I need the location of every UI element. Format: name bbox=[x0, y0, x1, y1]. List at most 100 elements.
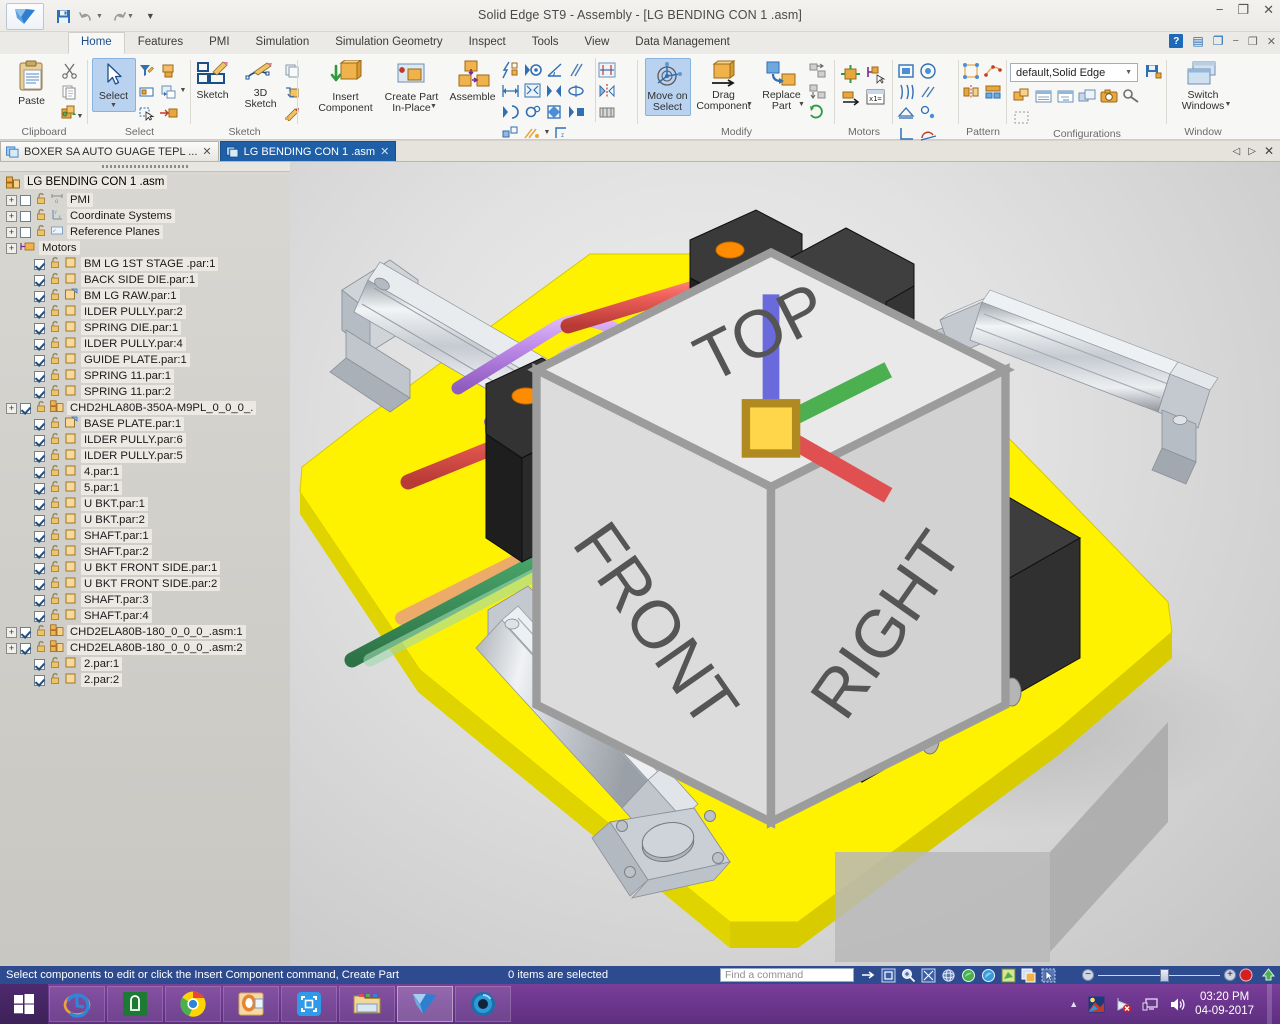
select-caret-icon[interactable]: ▼ bbox=[110, 102, 117, 109]
tree-item[interactable]: ILDER PULLY.par:5 bbox=[0, 448, 290, 464]
motor-select-icon[interactable] bbox=[863, 62, 888, 85]
tab-data-management[interactable]: Data Management bbox=[622, 32, 743, 54]
ribbon-display-options-icon[interactable]: ▤ bbox=[1192, 34, 1203, 48]
tree-item[interactable]: + CHD2ELA80B-180_0_0_0_.asm:1 bbox=[0, 624, 290, 640]
tab-simulation-geometry[interactable]: Simulation Geometry bbox=[322, 32, 455, 54]
zoom-slider-thumb[interactable] bbox=[1160, 968, 1169, 982]
tab-tools[interactable]: Tools bbox=[519, 32, 572, 54]
taskbar-file-explorer[interactable] bbox=[339, 986, 395, 1022]
network-icon[interactable] bbox=[1114, 995, 1132, 1013]
tangent-icon[interactable] bbox=[566, 80, 588, 101]
face-parallel-icon[interactable] bbox=[917, 81, 939, 102]
assembly-features-icon[interactable] bbox=[596, 101, 618, 122]
tree-item[interactable]: SHAFT.par:2 bbox=[0, 544, 290, 560]
tree-item-checkbox[interactable] bbox=[34, 674, 45, 686]
switch-windows-button[interactable]: Switch Windows ▼ bbox=[1172, 58, 1234, 112]
document-tab-boxer-close-icon[interactable]: ✕ bbox=[202, 145, 211, 158]
select-tool-icon[interactable] bbox=[1040, 967, 1056, 983]
flashfit-icon[interactable] bbox=[500, 59, 522, 80]
tree-item[interactable]: BM LG 1ST STAGE .par:1 bbox=[0, 256, 290, 272]
tray-expand-icon[interactable]: ▲ bbox=[1069, 999, 1078, 1009]
alternate-assembly-icon[interactable] bbox=[1054, 86, 1076, 107]
render-icon[interactable] bbox=[980, 967, 996, 983]
maximize-button[interactable]: ❐ bbox=[1237, 3, 1249, 16]
panel-grip-handle[interactable] bbox=[0, 162, 290, 172]
gear-relation-icon[interactable] bbox=[522, 101, 544, 122]
face-concentric-icon[interactable] bbox=[917, 60, 939, 81]
record-icon[interactable] bbox=[1238, 967, 1254, 983]
update-links-icon[interactable] bbox=[807, 102, 829, 123]
tree-item-checkbox[interactable] bbox=[20, 402, 31, 414]
planar-align-icon[interactable] bbox=[566, 101, 588, 122]
tab-features[interactable]: Features bbox=[125, 32, 196, 54]
replace-part-button[interactable]: Replace Part ▼ bbox=[757, 58, 807, 112]
help-icon[interactable]: ? bbox=[1169, 34, 1184, 48]
tree-item[interactable]: + CHD2HLA80B-350A-M9PL_0_0_0_. bbox=[0, 400, 290, 416]
tree-item[interactable]: 4.par:1 bbox=[0, 464, 290, 480]
document-tab-boxer[interactable]: BOXER SA AUTO GUAGE TEPL ... ✕ bbox=[0, 141, 219, 161]
select-part-icon[interactable] bbox=[158, 60, 180, 81]
document-close-button[interactable]: ✕ bbox=[1267, 35, 1276, 48]
configuration-select[interactable]: default,Solid Edge ▼ bbox=[1010, 63, 1138, 82]
tree-item-checkbox[interactable] bbox=[34, 466, 45, 478]
face-planar-icon[interactable] bbox=[895, 60, 917, 81]
select-filter-icon[interactable] bbox=[136, 60, 158, 81]
tree-item-checkbox[interactable] bbox=[20, 210, 31, 222]
mirror-components-icon[interactable] bbox=[596, 80, 618, 101]
tree-item[interactable]: 2.par:1 bbox=[0, 656, 290, 672]
document-tab-lg-bending-close-icon[interactable]: ✕ bbox=[380, 145, 389, 158]
taskbar-keyshot[interactable] bbox=[455, 986, 511, 1022]
select-button[interactable]: Select ▼ bbox=[91, 58, 136, 112]
fix-relation-icon[interactable] bbox=[522, 122, 544, 143]
assemble-button[interactable]: Assemble bbox=[446, 58, 500, 105]
sketch-button[interactable]: Sketch bbox=[186, 58, 240, 103]
replace-part-caret-icon[interactable]: ▼ bbox=[798, 101, 805, 108]
relationship-axis-icon[interactable]: z bbox=[550, 122, 572, 143]
graphics-icon[interactable] bbox=[1087, 995, 1105, 1013]
taskbar-clock[interactable]: 03:20 PM 04-09-2017 bbox=[1195, 990, 1254, 1018]
face-offset-icon[interactable] bbox=[895, 102, 917, 123]
perspective-icon[interactable] bbox=[1000, 967, 1016, 983]
tree-item[interactable]: GUIDE PLATE.par:1 bbox=[0, 352, 290, 368]
tab-pmi[interactable]: PMI bbox=[196, 32, 242, 54]
tree-expand-icon[interactable]: + bbox=[6, 210, 17, 222]
tree-item-checkbox[interactable] bbox=[34, 498, 45, 510]
show-desktop-button[interactable] bbox=[1267, 984, 1272, 1024]
tree-item[interactable]: BACK SIDE DIE.par:1 bbox=[0, 272, 290, 288]
rotate-icon[interactable] bbox=[940, 967, 956, 983]
paste-button[interactable]: Paste bbox=[5, 58, 59, 109]
zone-icon[interactable] bbox=[1032, 86, 1054, 107]
tab-simulation[interactable]: Simulation bbox=[243, 32, 323, 54]
display-icon[interactable] bbox=[1141, 995, 1159, 1013]
tree-item-checkbox[interactable] bbox=[20, 642, 31, 654]
save-configuration-icon[interactable] bbox=[1142, 62, 1164, 83]
tree-item[interactable]: + y x Coordinate Systems bbox=[0, 208, 290, 224]
tree-item[interactable]: + CHD2ELA80B-180_0_0_0_.asm:2 bbox=[0, 640, 290, 656]
explode-icon[interactable] bbox=[1076, 86, 1098, 107]
tab-view[interactable]: View bbox=[572, 32, 623, 54]
capture-image-icon[interactable] bbox=[1098, 86, 1120, 107]
face-coincident-icon[interactable] bbox=[917, 102, 939, 123]
tree-item-checkbox[interactable] bbox=[34, 290, 45, 302]
tree-item-checkbox[interactable] bbox=[20, 626, 31, 638]
select-region-icon[interactable] bbox=[1010, 107, 1032, 128]
drag-component-caret-icon[interactable]: ▼ bbox=[746, 101, 753, 108]
tab-nav-prev-icon[interactable]: ◁ bbox=[1233, 146, 1241, 157]
graphics-viewport[interactable]: TOP FRONT RIGHT bbox=[290, 162, 1280, 966]
tree-item[interactable]: SHAFT.par:4 bbox=[0, 608, 290, 624]
tree-item[interactable]: 2.par:2 bbox=[0, 672, 290, 688]
tree-item-checkbox[interactable] bbox=[34, 386, 45, 398]
zoom-slider-track[interactable] bbox=[1098, 968, 1220, 982]
clipboard-more-caret-icon[interactable]: ▼ bbox=[77, 113, 84, 120]
tree-expand-icon[interactable]: + bbox=[6, 194, 17, 206]
insert-component-button[interactable]: Insert Component bbox=[314, 58, 378, 116]
tree-item-checkbox[interactable] bbox=[34, 354, 45, 366]
fit-icon[interactable] bbox=[880, 967, 896, 983]
tree-item-checkbox[interactable] bbox=[34, 306, 45, 318]
sketch-3d-button[interactable]: 3D Sketch bbox=[240, 58, 282, 112]
tree-expand-icon[interactable]: + bbox=[6, 242, 17, 254]
tree-item[interactable]: + Motors bbox=[0, 240, 290, 256]
rotary-motor-icon[interactable] bbox=[838, 62, 863, 85]
tree-item-checkbox[interactable] bbox=[34, 594, 45, 606]
display-configurations-icon[interactable] bbox=[1010, 86, 1032, 107]
